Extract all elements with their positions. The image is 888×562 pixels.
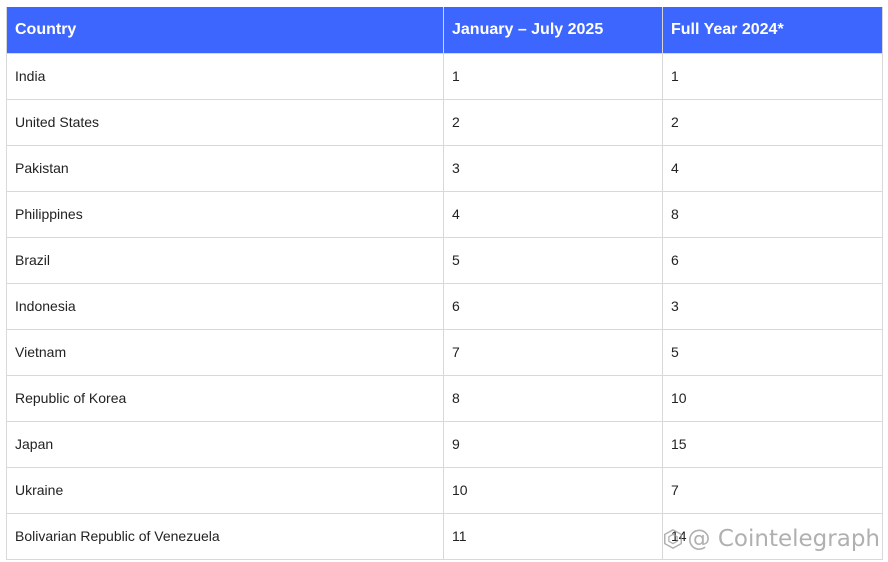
ranking-table: Country January – July 2025 Full Year 20… <box>6 7 883 560</box>
cell-country: Vietnam <box>6 328 444 376</box>
table-row: India 1 1 <box>6 52 883 100</box>
cell-rank-2024: 15 <box>662 420 883 468</box>
cell-country: Ukraine <box>6 466 444 514</box>
header-jan-jul-2025: January – July 2025 <box>443 7 663 53</box>
header-full-year-2024: Full Year 2024* <box>662 7 883 53</box>
cell-rank-2024: 8 <box>662 190 883 238</box>
cell-country: United States <box>6 98 444 146</box>
cell-rank-2025: 6 <box>443 282 663 330</box>
cell-country: Republic of Korea <box>6 374 444 422</box>
table-row: United States 2 2 <box>6 98 883 146</box>
cell-rank-2024: 7 <box>662 466 883 514</box>
table-header-row: Country January – July 2025 Full Year 20… <box>6 7 883 53</box>
cell-rank-2025: 1 <box>443 52 663 100</box>
table-row: Japan 9 15 <box>6 420 883 468</box>
table-row: Bolivarian Republic of Venezuela 11 14 <box>6 512 883 560</box>
cell-country: Brazil <box>6 236 444 284</box>
cell-rank-2024: 5 <box>662 328 883 376</box>
cell-rank-2024: 14 <box>662 512 883 560</box>
table-row: Pakistan 3 4 <box>6 144 883 192</box>
cell-rank-2024: 10 <box>662 374 883 422</box>
cell-rank-2024: 4 <box>662 144 883 192</box>
cell-country: India <box>6 52 444 100</box>
cell-rank-2025: 3 <box>443 144 663 192</box>
table-row: Ukraine 10 7 <box>6 466 883 514</box>
table-row: Republic of Korea 8 10 <box>6 374 883 422</box>
header-country: Country <box>6 7 444 53</box>
cell-rank-2025: 11 <box>443 512 663 560</box>
cell-rank-2025: 7 <box>443 328 663 376</box>
cell-rank-2025: 5 <box>443 236 663 284</box>
cell-rank-2025: 9 <box>443 420 663 468</box>
cell-rank-2024: 1 <box>662 52 883 100</box>
table-row: Philippines 4 8 <box>6 190 883 238</box>
cell-country: Indonesia <box>6 282 444 330</box>
cell-country: Bolivarian Republic of Venezuela <box>6 512 444 560</box>
table-row: Brazil 5 6 <box>6 236 883 284</box>
ranking-table-container: Country January – July 2025 Full Year 20… <box>6 7 883 560</box>
cell-rank-2024: 6 <box>662 236 883 284</box>
cell-rank-2025: 10 <box>443 466 663 514</box>
cell-rank-2024: 3 <box>662 282 883 330</box>
cell-country: Philippines <box>6 190 444 238</box>
table-row: Vietnam 7 5 <box>6 328 883 376</box>
table-row: Indonesia 6 3 <box>6 282 883 330</box>
cell-rank-2025: 8 <box>443 374 663 422</box>
cell-country: Japan <box>6 420 444 468</box>
cell-rank-2025: 2 <box>443 98 663 146</box>
cell-country: Pakistan <box>6 144 444 192</box>
cell-rank-2024: 2 <box>662 98 883 146</box>
cell-rank-2025: 4 <box>443 190 663 238</box>
